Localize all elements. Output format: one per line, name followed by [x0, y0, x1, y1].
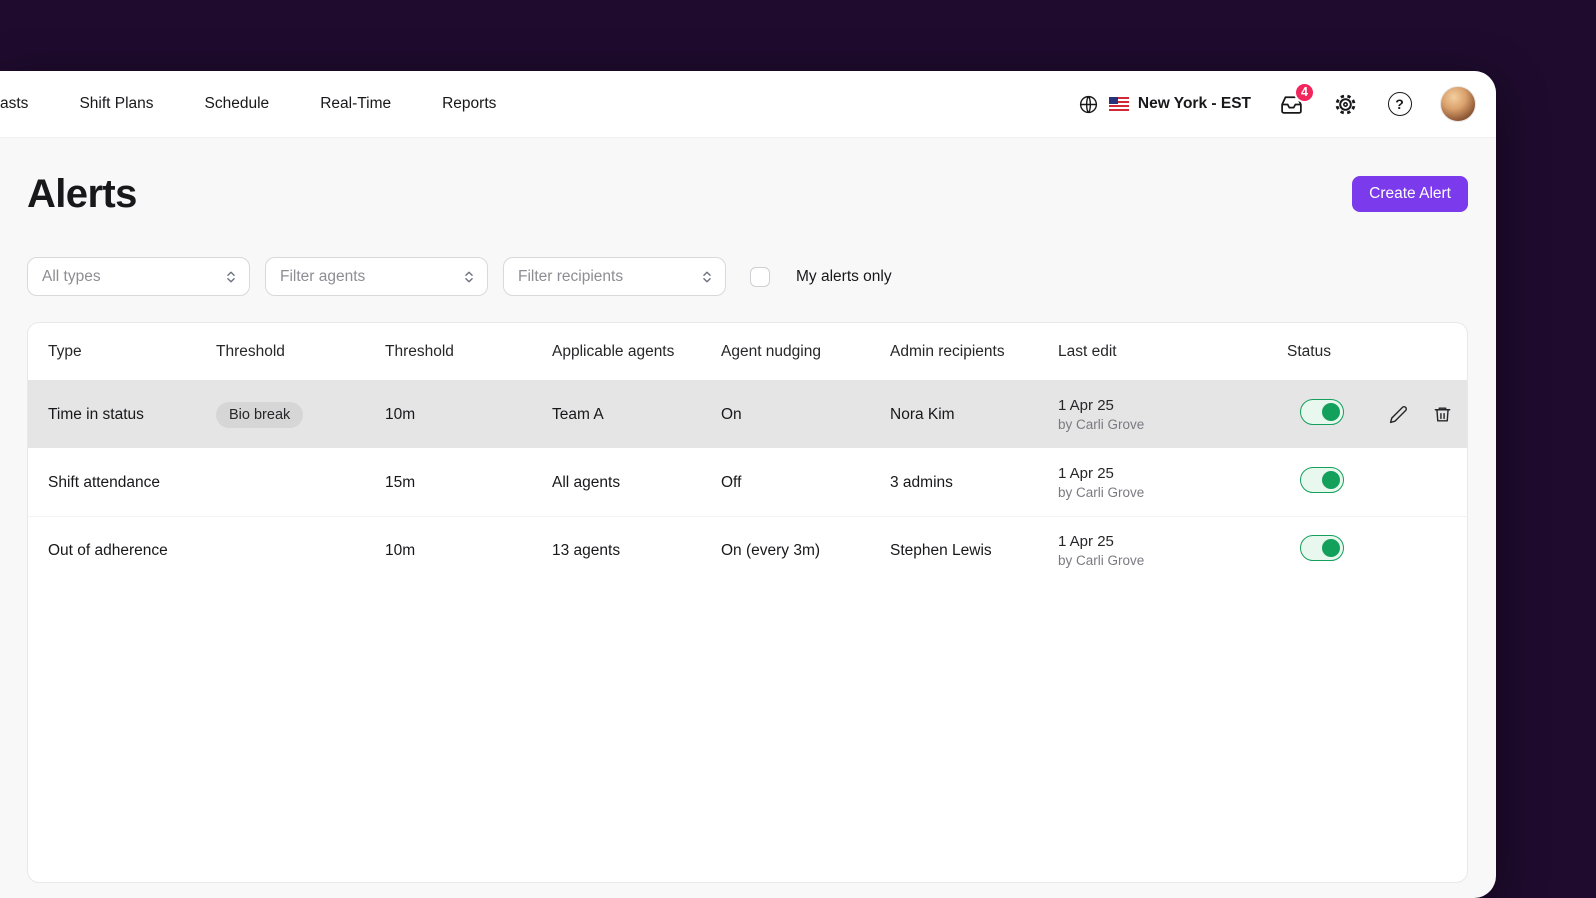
cell-agent-nudging: Off	[721, 473, 742, 491]
notification-badge: 4	[1294, 81, 1315, 103]
table-row[interactable]: Shift attendance 15m All agents Off 3 ad…	[28, 448, 1467, 516]
cell-type: Out of adherence	[48, 541, 168, 559]
cell-type: Time in status	[48, 405, 144, 423]
nav-item-reports[interactable]: Reports	[442, 95, 496, 113]
toggle-knob	[1322, 471, 1340, 489]
column-header: Status	[1287, 342, 1331, 360]
table-row[interactable]: Time in status Bio break 10m Team A On N…	[28, 380, 1467, 448]
last-edit-author: by Carli Grove	[1058, 485, 1145, 500]
cell-threshold-badge: Bio break	[216, 401, 385, 428]
avatar[interactable]	[1440, 86, 1476, 122]
column-header: Agent nudging	[721, 342, 821, 360]
agents-filter-value: Filter agents	[280, 267, 366, 285]
notifications-button[interactable]: 4	[1278, 81, 1315, 118]
column-header: Last edit	[1058, 342, 1117, 360]
chevron-updown-icon	[224, 270, 238, 284]
delete-button[interactable]	[1433, 405, 1452, 424]
nav-item-schedule[interactable]: Schedule	[205, 95, 270, 113]
cell-agent-nudging: On (every 3m)	[721, 541, 821, 559]
main-nav: asts Shift Plans Schedule Real-Time Reports	[0, 95, 496, 113]
last-edit-date: 1 Apr 25	[1058, 397, 1114, 414]
type-filter-value: All types	[42, 267, 101, 285]
column-header: Admin recipients	[890, 342, 1005, 360]
cell-threshold: 10m	[385, 541, 416, 559]
app-window: asts Shift Plans Schedule Real-Time Reports …	[0, 71, 1496, 898]
status-toggle[interactable]	[1300, 399, 1344, 425]
page-title: Alerts	[27, 172, 137, 216]
toggle-knob	[1322, 539, 1340, 557]
cell-last-edit: 1 Apr 25 by Carli Grove	[1058, 533, 1287, 568]
cell-applicable-agents: All agents	[552, 473, 621, 491]
settings-button[interactable]	[1332, 91, 1359, 118]
top-navigation: asts Shift Plans Schedule Real-Time Reports …	[0, 71, 1496, 138]
cell-last-edit: 1 Apr 25 by Carli Grove	[1058, 465, 1287, 500]
cell-last-edit: 1 Apr 25 by Carli Grove	[1058, 397, 1287, 432]
pencil-icon	[1389, 405, 1408, 424]
column-header: Type	[48, 342, 82, 360]
cell-admin-recipients: Stephen Lewis	[890, 541, 992, 559]
chevron-updown-icon	[462, 270, 476, 284]
nav-item-shift-plans[interactable]: Shift Plans	[79, 95, 153, 113]
agents-filter-select[interactable]: Filter agents	[265, 257, 488, 296]
create-alert-button[interactable]: Create Alert	[1352, 176, 1468, 212]
nav-item-asts[interactable]: asts	[0, 95, 28, 113]
table-header: Type Threshold Threshold Applicable agents A…	[28, 323, 1467, 380]
cell-status	[1287, 399, 1356, 430]
cell-applicable-agents: Team A	[552, 405, 604, 423]
last-edit-date: 1 Apr 25	[1058, 465, 1114, 482]
type-filter-select[interactable]: All types	[27, 257, 250, 296]
timezone-selector[interactable]: New York - EST	[1078, 93, 1251, 115]
column-header: Threshold	[385, 342, 454, 360]
recipients-filter-select[interactable]: Filter recipients	[503, 257, 726, 296]
status-toggle[interactable]	[1300, 535, 1344, 561]
edit-button[interactable]	[1389, 405, 1408, 424]
column-header: Threshold	[216, 342, 285, 360]
cell-applicable-agents: 13 agents	[552, 541, 621, 559]
help-button[interactable]: ?	[1386, 91, 1413, 118]
cell-admin-recipients: Nora Kim	[890, 405, 955, 423]
main-content: Alerts Create Alert All types Filter age…	[0, 172, 1496, 883]
help-icon: ?	[1387, 92, 1412, 116]
filters-bar: All types Filter agents Filter recipient…	[27, 257, 1468, 296]
last-edit-author: by Carli Grove	[1058, 417, 1145, 432]
cell-actions	[1356, 405, 1467, 424]
toggle-knob	[1322, 403, 1340, 421]
cell-admin-recipients: 3 admins	[890, 473, 953, 491]
column-header: Applicable agents	[552, 342, 675, 360]
nav-right-cluster: New York - EST 4 ?	[1078, 81, 1476, 122]
gear-icon	[1333, 92, 1358, 117]
nav-item-real-time[interactable]: Real-Time	[320, 95, 391, 113]
trash-icon	[1433, 405, 1452, 424]
table-body: Time in status Bio break 10m Team A On N…	[28, 380, 1467, 584]
my-alerts-label: My alerts only	[796, 267, 892, 285]
last-edit-author: by Carli Grove	[1058, 553, 1145, 568]
globe-icon	[1078, 93, 1100, 115]
recipients-filter-value: Filter recipients	[518, 267, 624, 285]
us-flag-icon	[1108, 97, 1129, 111]
timezone-label: New York - EST	[1137, 95, 1251, 112]
last-edit-date: 1 Apr 25	[1058, 533, 1114, 550]
cell-status	[1287, 535, 1356, 566]
status-toggle[interactable]	[1300, 467, 1344, 493]
table-row[interactable]: Out of adherence 10m 13 agents On (every…	[28, 516, 1467, 584]
my-alerts-checkbox[interactable]	[750, 266, 770, 287]
cell-threshold: 10m	[385, 405, 416, 423]
cell-type: Shift attendance	[48, 473, 161, 491]
alerts-table: Type Threshold Threshold Applicable agents A…	[27, 322, 1468, 883]
cell-agent-nudging: On	[721, 405, 742, 423]
threshold-badge: Bio break	[216, 401, 304, 428]
chevron-updown-icon	[700, 270, 714, 284]
cell-status	[1287, 467, 1356, 498]
cell-threshold: 15m	[385, 473, 416, 491]
